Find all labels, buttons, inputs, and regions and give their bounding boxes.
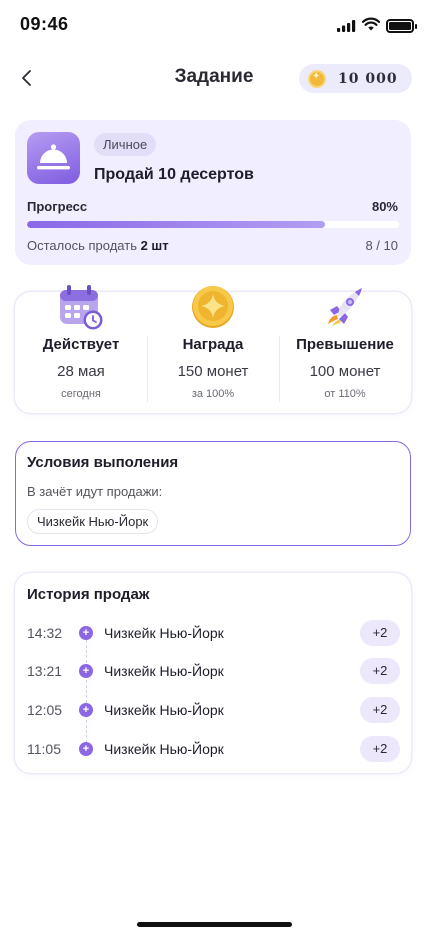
product-chip: Чизкейк Нью-Йорк [27, 509, 159, 534]
stats-card: Действует 28 мая сегодня Награда 150 мон… [15, 285, 411, 413]
history-time: 12:05 [27, 702, 63, 718]
history-row: 12:05 + Чизкейк Нью-Йорк +2 [15, 696, 411, 724]
conditions-title: Условия выполения [27, 454, 179, 471]
cloche-icon [27, 132, 80, 184]
battery-icon [386, 19, 417, 33]
calendar-icon [60, 285, 103, 330]
coin-icon [192, 286, 234, 328]
plus-icon: + [79, 626, 93, 640]
remaining-text: Осталось продать 2 шт [27, 238, 169, 253]
progress-count: 8 / 10 [365, 238, 398, 253]
stat-title: Действует [42, 336, 120, 353]
conditions-subtitle: В зачёт идут продажи: [27, 484, 163, 499]
task-tag: Личное [94, 133, 157, 156]
stat-value: 28 мая [57, 363, 105, 380]
history-amount-badge: +2 [360, 620, 400, 646]
stat-sub: от 110% [324, 388, 366, 400]
rocket-icon [328, 288, 362, 326]
stat-title: Награда [182, 336, 244, 353]
history-card: История продаж 14:32 + Чизкейк Нью-Йорк … [15, 573, 411, 773]
stat-sub: за 100% [191, 388, 235, 400]
stat-title: Превышение [296, 336, 394, 353]
plus-icon: + [79, 742, 93, 756]
stat-sub: сегодня [61, 388, 101, 400]
progress-percent: 80% [371, 199, 398, 214]
history-product: Чизкейк Нью-Йорк [104, 741, 224, 757]
history-time: 11:05 [27, 741, 61, 757]
stat-value: 100 монет [309, 363, 381, 380]
history-product: Чизкейк Нью-Йорк [104, 702, 224, 718]
history-row: 14:32 + Чизкейк Нью-Йорк +2 [15, 619, 411, 647]
history-product: Чизкейк Нью-Йорк [104, 663, 224, 679]
stat-reward: Награда 150 монет за 100% [147, 286, 279, 413]
stat-valid-until: Действует 28 мая сегодня [15, 285, 147, 413]
history-product: Чизкейк Нью-Йорк [104, 625, 224, 641]
history-row: 11:05 + Чизкейк Нью-Йорк +2 [15, 735, 411, 763]
conditions-card: Условия выполения В зачёт идут продажи: … [15, 441, 411, 546]
status-bar: 09:46 [0, 0, 428, 50]
status-time: 09:46 [20, 14, 69, 34]
balance-value: 10 000 [338, 70, 398, 87]
stat-overachievement: Превышение 100 монет от 110% [279, 288, 411, 413]
history-time: 13:21 [27, 663, 63, 679]
plus-icon: + [79, 703, 93, 717]
balance-chip[interactable]: 10 000 [299, 64, 412, 93]
history-amount-badge: +2 [360, 736, 400, 762]
history-title: История продаж [27, 586, 150, 603]
home-indicator [137, 922, 292, 927]
signal-icon [337, 20, 356, 32]
history-row: 13:21 + Чизкейк Нью-Йорк +2 [15, 657, 411, 685]
history-time: 14:32 [27, 625, 63, 641]
stat-value: 150 монет [177, 363, 249, 380]
plus-icon: + [79, 664, 93, 678]
remaining-amount: 2 шт [140, 238, 169, 253]
wifi-icon [362, 17, 380, 31]
history-amount-badge: +2 [360, 658, 400, 684]
task-card: Личное Продай 10 десертов Прогресс 80% О… [15, 120, 411, 265]
coin-icon [308, 69, 326, 88]
progress-fill [27, 221, 325, 228]
task-name: Продай 10 десертов [94, 166, 254, 183]
progress-label: Прогресс [27, 199, 88, 214]
progress-bar [27, 221, 399, 228]
history-amount-badge: +2 [360, 697, 400, 723]
